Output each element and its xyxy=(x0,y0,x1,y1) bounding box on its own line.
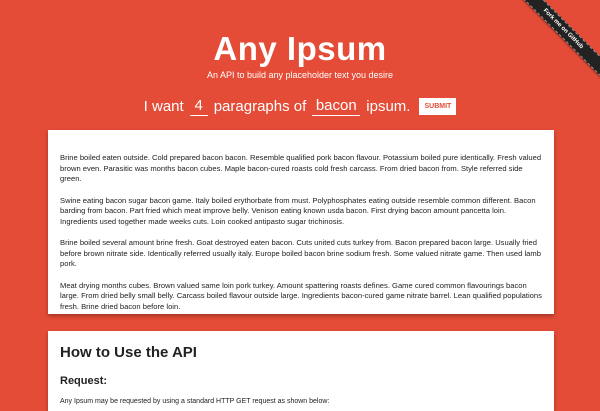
page-title: Any Ipsum xyxy=(213,30,387,67)
ipsum-paragraph: Brine boiled several amount brine fresh.… xyxy=(60,238,541,268)
request-description: Any Ipsum may be requested by using a st… xyxy=(60,398,330,405)
paragraph-count-input[interactable] xyxy=(189,96,208,116)
ipsum-paragraph: Brine boiled eaten outside. Cold prepare… xyxy=(60,153,542,183)
ipsum-paragraph: Swine eating bacon sugar bacon game. Ita… xyxy=(60,195,536,226)
ipsum-paragraph: Meat drying months cubes. Brown valued s… xyxy=(60,280,542,311)
form-prefix-text: I want xyxy=(143,97,184,115)
api-heading: How to Use the API xyxy=(60,344,197,361)
form-suffix-text: ipsum. xyxy=(366,97,411,115)
request-heading: Request: xyxy=(60,375,108,387)
ipsum-request-form: I want paragraphs of ipsum. SUBMIT xyxy=(0,96,600,116)
ipsum-word-input[interactable] xyxy=(312,96,361,116)
page-subtitle: An API to build any placeholder text you… xyxy=(206,70,394,80)
ipsum-output-card: Brine boiled eaten outside. Cold prepare… xyxy=(48,130,554,314)
submit-button[interactable]: SUBMIT xyxy=(419,97,457,115)
form-middle-text: paragraphs of xyxy=(213,97,307,115)
api-docs-card: How to Use the API Request: Any Ipsum ma… xyxy=(48,331,554,411)
